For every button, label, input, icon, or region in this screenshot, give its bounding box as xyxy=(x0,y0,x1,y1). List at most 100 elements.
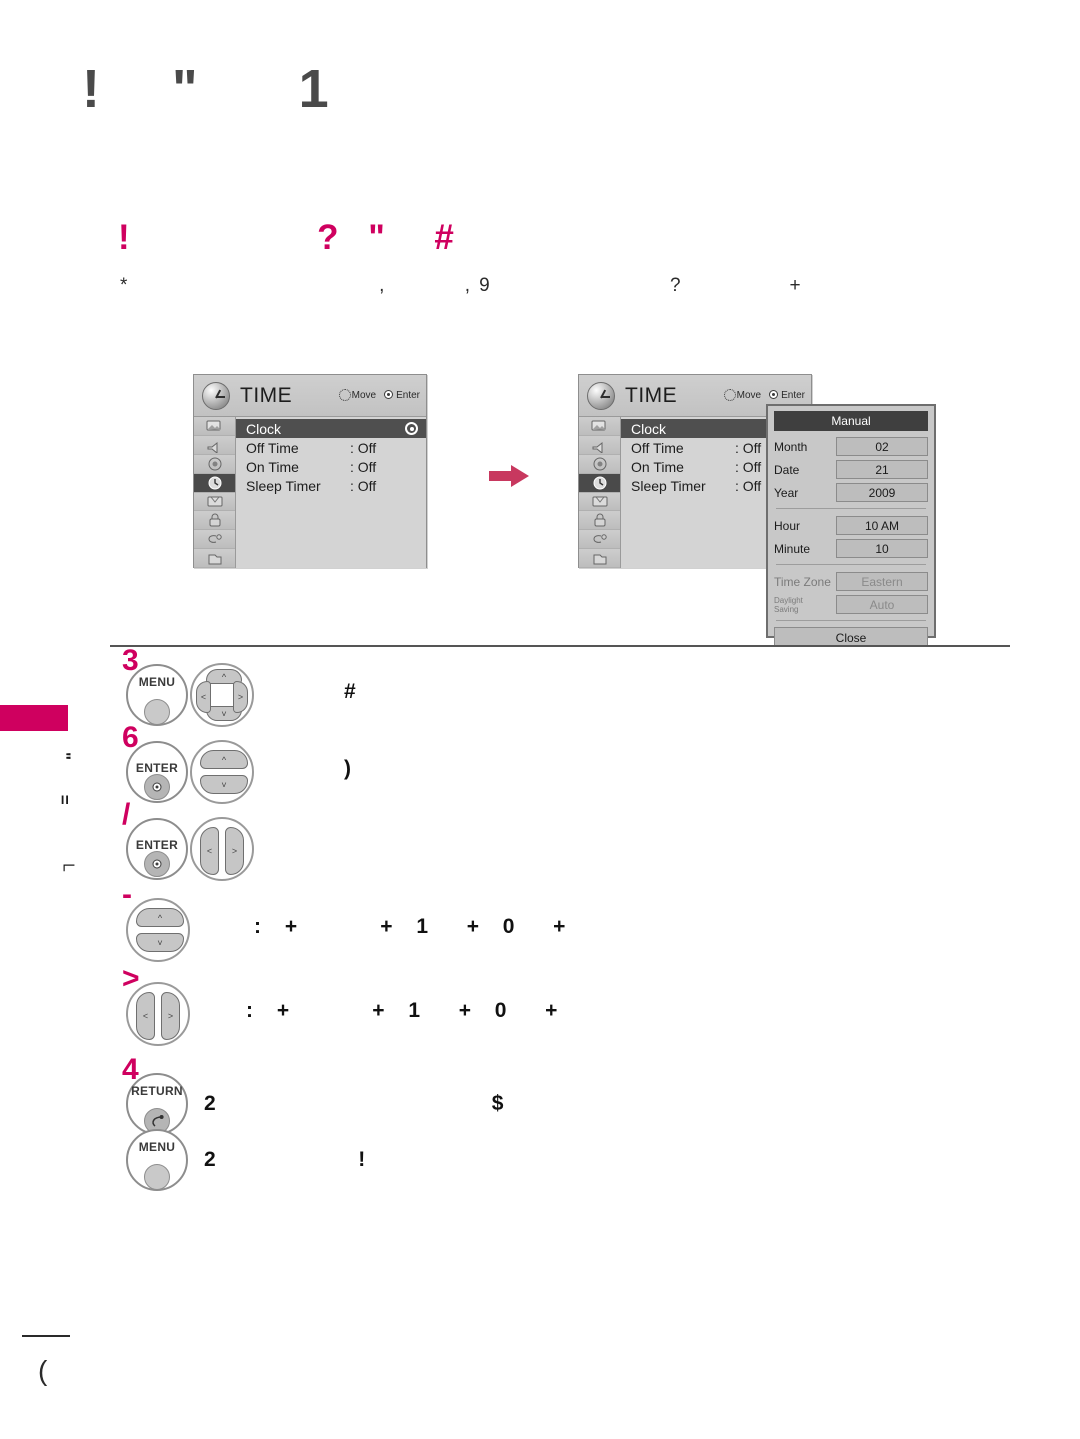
dpad-left[interactable]: ˂ xyxy=(136,992,155,1040)
field-label: Minute xyxy=(774,541,811,556)
osd-row-off-time[interactable]: Off Time : Off xyxy=(236,438,426,457)
step-number: / xyxy=(122,798,131,831)
menu-button[interactable]: MENU xyxy=(126,664,188,726)
divider xyxy=(776,564,926,565)
field-label: Month xyxy=(774,439,808,454)
field-value[interactable]: 21 xyxy=(836,460,928,479)
menu-icon-channel[interactable] xyxy=(579,454,620,474)
enter-button-label: ENTER xyxy=(135,838,179,852)
menu-icon-usb[interactable] xyxy=(579,549,620,568)
dpad-right[interactable]: ˃ xyxy=(161,992,180,1040)
osd-row-value: : Off xyxy=(350,439,377,456)
menu-button[interactable]: MENU xyxy=(126,1129,188,1191)
menu-button-label: MENU xyxy=(138,1140,176,1154)
enter-dot-icon xyxy=(152,782,162,792)
osd-row-value: : Off xyxy=(350,458,377,475)
field-daylight-saving[interactable]: Daylight Saving Auto xyxy=(774,594,928,615)
field-hour[interactable]: Hour 10 AM xyxy=(774,515,928,536)
field-value[interactable]: Auto xyxy=(836,595,928,614)
osd-row-clock[interactable]: Clock xyxy=(236,419,426,438)
dpad-left-right[interactable]: ˂ ˃ xyxy=(126,982,190,1046)
field-value[interactable]: Eastern xyxy=(836,572,928,591)
menu-icon-option[interactable] xyxy=(194,492,235,512)
step-description: 2 ! xyxy=(204,1148,375,1171)
menu-icon-lock[interactable] xyxy=(194,511,235,531)
osd-nav-hints: Move Enter xyxy=(338,388,420,401)
section-subheading: * , ,9 ? + xyxy=(120,275,810,296)
clock-icon xyxy=(587,382,615,410)
osd-icon-rail xyxy=(194,417,236,568)
osd-time-menu-before: TIME Move Enter Clock Off Time : Off On … xyxy=(193,374,427,568)
menu-icon-time[interactable] xyxy=(579,473,620,493)
osd-row-label: Sleep Timer xyxy=(631,477,706,494)
close-button[interactable]: Close xyxy=(774,627,928,647)
return-arrow-icon xyxy=(152,1115,164,1127)
menu-icon-picture[interactable] xyxy=(194,417,235,436)
menu-icon-input[interactable] xyxy=(194,530,235,550)
menu-icon-usb[interactable] xyxy=(194,549,235,568)
section-heading: ! ? " # xyxy=(118,218,464,257)
menu-icon-audio[interactable] xyxy=(579,435,620,455)
osd-row-label: On Time xyxy=(631,458,684,475)
divider xyxy=(776,620,926,621)
dpad-left[interactable]: ˂ xyxy=(196,681,211,713)
field-label: Date xyxy=(774,462,800,477)
enter-dot-icon xyxy=(152,859,162,869)
field-value[interactable]: 2009 xyxy=(836,483,928,502)
field-value[interactable]: 02 xyxy=(836,437,928,456)
menu-button-knob xyxy=(144,699,170,725)
osd-row-label: Sleep Timer xyxy=(246,477,321,494)
field-year[interactable]: Year 2009 xyxy=(774,482,928,503)
menu-icon-audio[interactable] xyxy=(194,435,235,455)
step-description: : + + 1 + 0 + xyxy=(254,915,575,938)
enter-button[interactable]: ENTER xyxy=(126,741,188,803)
field-value[interactable]: 10 xyxy=(836,539,928,558)
dpad-4way[interactable]: ^ ˅ ˂ ˃ xyxy=(190,663,254,727)
osd-row-label: Off Time xyxy=(631,439,684,456)
field-label: Daylight Saving xyxy=(774,595,803,614)
dpad-up-down[interactable]: ^ ˅ xyxy=(190,740,254,804)
osd-row-on-time[interactable]: On Time : Off xyxy=(236,457,426,476)
dialog-title-manual: Manual xyxy=(774,411,928,431)
menu-icon-time[interactable] xyxy=(194,473,235,493)
enter-button-knob xyxy=(144,851,170,877)
menu-icon-picture[interactable] xyxy=(579,417,620,436)
menu-icon-input[interactable] xyxy=(579,530,620,550)
step-description: : + + 1 + 0 + xyxy=(246,999,567,1022)
section-divider xyxy=(110,645,1010,647)
enter-button[interactable]: ENTER xyxy=(126,818,188,880)
clock-icon xyxy=(202,382,230,410)
field-date[interactable]: Date 21 xyxy=(774,459,928,480)
menu-icon-lock[interactable] xyxy=(579,511,620,531)
osd-item-list: Clock Off Time : Off On Time : Off Sleep… xyxy=(236,417,426,568)
osd-row-sleep-timer[interactable]: Sleep Timer : Off xyxy=(236,476,426,495)
field-month[interactable]: Month 02 xyxy=(774,436,928,457)
dpad-up[interactable]: ^ xyxy=(136,908,184,927)
return-button[interactable]: RETURN xyxy=(126,1073,188,1135)
footer-divider xyxy=(22,1335,70,1337)
menu-icon-option[interactable] xyxy=(579,492,620,512)
menu-icon-channel[interactable] xyxy=(194,454,235,474)
field-label: Year xyxy=(774,485,799,500)
osd-title: TIME xyxy=(240,384,293,407)
dpad-left[interactable]: ˂ xyxy=(200,827,219,875)
osd-header: TIME Move Enter xyxy=(194,375,426,417)
dpad-down[interactable]: ˅ xyxy=(200,775,248,794)
dpad-left-right[interactable]: ˂ ˃ xyxy=(190,817,254,881)
menu-button-label: MENU xyxy=(138,675,176,689)
field-value[interactable]: 10 AM xyxy=(836,516,928,535)
field-minute[interactable]: Minute 10 xyxy=(774,538,928,559)
field-time-zone[interactable]: Time Zone Eastern xyxy=(774,571,928,592)
dpad-up-down[interactable]: ^ ˅ xyxy=(126,898,190,962)
dpad-right[interactable]: ˃ xyxy=(233,681,248,713)
manual-clock-dialog: Manual Month 02 Date 21 Year 2009 Hour 1… xyxy=(766,404,936,647)
dpad-down[interactable]: ˅ xyxy=(136,933,184,952)
dpad-right[interactable]: ˃ xyxy=(225,827,244,875)
move-hint-label: Move xyxy=(736,390,762,401)
page-title: ! " 1 xyxy=(82,59,343,119)
dpad-up[interactable]: ^ xyxy=(200,750,248,769)
chapter-edge-tab xyxy=(0,705,68,731)
enter-button-knob xyxy=(144,774,170,800)
menu-button-knob xyxy=(144,1164,170,1190)
field-label: Hour xyxy=(774,518,801,533)
